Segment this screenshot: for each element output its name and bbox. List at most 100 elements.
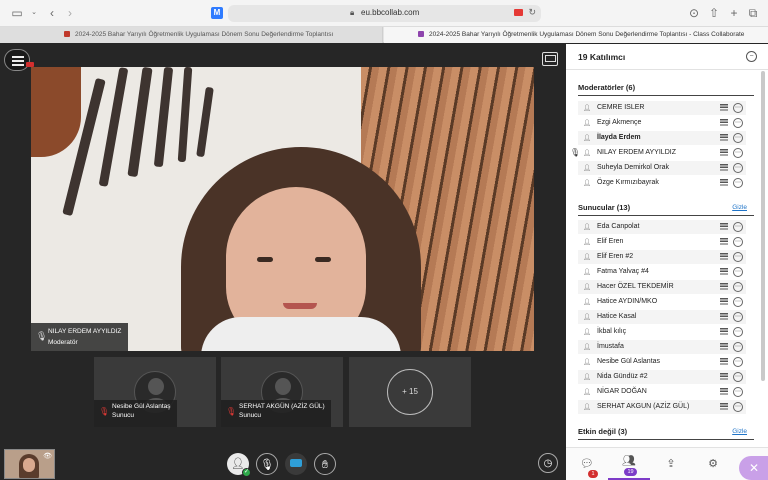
participant-name: SERHAT AKGUN (AZİZ GÜL) (597, 403, 690, 410)
address-bar[interactable]: 🔒︎ eu.bbcollab.com ↻ (228, 5, 541, 22)
close-panel-button[interactable]: ✕ (739, 456, 768, 480)
chat-badge: 1 (588, 470, 598, 478)
hide-away-link[interactable]: Gizle (732, 428, 747, 435)
panel-scrollbar[interactable] (761, 71, 765, 381)
participant-row[interactable]: 👤︎ Hatice Kasal ⋯ (578, 310, 746, 324)
more-options-icon[interactable]: ⋯ (733, 118, 743, 128)
participant-row[interactable]: 👤︎ İlayda Erdem ⋯ (578, 131, 746, 145)
participant-row[interactable]: 👤︎ NİGAR DOĞAN ⋯ (578, 385, 746, 399)
more-options-icon[interactable]: ⋯ (733, 237, 743, 247)
more-options-icon[interactable]: ⋯ (733, 342, 743, 352)
sidebar-toggle-icon[interactable]: ▭ (10, 7, 24, 19)
tab-class-collaborate[interactable]: 2024-2025 Bahar Yarıyılı Öğretmenlik Uyg… (384, 27, 768, 43)
more-options-icon[interactable]: ⋯ (733, 402, 743, 412)
settings-tab[interactable]: ⚙︎ (703, 454, 723, 474)
participant-row[interactable]: 👤︎ Özge Kırmızıbayrak ⋯ (578, 176, 746, 190)
participant-row[interactable]: 👤︎ NILAY ERDEM AYYILDIZ ⋯ (578, 146, 746, 160)
more-participants-tile[interactable]: + 15 (349, 357, 471, 427)
participant-row[interactable]: 👤︎ Hatice AYDIN/MKO ⋯ (578, 295, 746, 309)
hand-icon: ✋︎ (321, 459, 329, 471)
participant-row[interactable]: 👤︎ Nesibe Gül Aslantas ⋯ (578, 355, 746, 369)
more-options-icon[interactable]: ⋯ (733, 103, 743, 113)
caption-icon[interactable] (720, 134, 728, 142)
participant-row[interactable]: 👤︎ Nida Gündüz #2 ⋯ (578, 370, 746, 384)
back-icon[interactable]: ‹ (45, 7, 59, 19)
caption-icon[interactable] (720, 328, 728, 336)
more-options-icon[interactable]: ⋯ (733, 178, 743, 188)
site-logo-icon: M (211, 7, 223, 19)
more-options-icon[interactable]: ⋯ (733, 163, 743, 173)
caption-icon[interactable] (720, 179, 728, 187)
microphone-toggle-button[interactable]: 🎙︎ (256, 453, 278, 475)
more-options-icon[interactable]: ⋯ (733, 372, 743, 382)
caption-icon[interactable] (720, 253, 728, 261)
share-icon[interactable]: ⇧ (707, 7, 721, 19)
new-tab-icon[interactable]: + (727, 7, 741, 19)
caption-icon[interactable] (720, 403, 728, 411)
camera-toggle-button[interactable] (285, 453, 307, 475)
caption-icon[interactable] (720, 164, 728, 172)
forward-icon[interactable]: › (63, 7, 77, 19)
reload-icon[interactable]: ↻ (528, 7, 536, 18)
more-options-icon[interactable]: ⋯ (733, 133, 743, 143)
more-options-icon[interactable]: ⋯ (733, 312, 743, 322)
participant-list[interactable]: Moderatörler (6) 👤︎ CEMRE ISLER ⋯ 👤︎ Ezgi Ak… (566, 71, 768, 447)
participant-row[interactable]: 👤︎ Suheyla Demirkol Orak ⋯ (578, 161, 746, 175)
raise-hand-button[interactable]: ✋︎ (314, 453, 336, 475)
hide-presenters-link[interactable]: Gizle (732, 204, 747, 211)
participant-row[interactable]: 👤︎ CEMRE ISLER ⋯ (578, 101, 746, 115)
participant-tile[interactable]: 🎙︎ Nesibe Gül Aslantaş Sunucu (94, 357, 216, 427)
chevron-down-icon[interactable]: ⌄ (27, 7, 41, 19)
caption-icon[interactable] (720, 104, 728, 112)
camera-in-use-icon[interactable] (514, 9, 523, 16)
participant-row[interactable]: 👤︎ Elif Eren #2 ⋯ (578, 250, 746, 264)
caption-icon[interactable] (720, 373, 728, 381)
participant-row[interactable]: 👤︎ İkbal kılıç ⋯ (578, 325, 746, 339)
caption-icon[interactable] (720, 298, 728, 306)
participant-row[interactable]: 👤︎ Eda Canpolat ⋯ (578, 220, 746, 234)
tab-evaluation-meeting[interactable]: 2024-2025 Bahar Yarıyılı Öğretmenlik Uyg… (0, 27, 383, 43)
browser-toolbar: ▭ ⌄ ‹ › M 🔒︎ eu.bbcollab.com ↻ ⊙ ⇧ + ⧉ (0, 0, 768, 27)
more-options-icon[interactable]: ⋯ (733, 148, 743, 158)
more-options-icon[interactable]: ⋯ (733, 282, 743, 292)
caption-icon[interactable] (720, 388, 728, 396)
participant-name: Elif Eren (597, 238, 624, 245)
more-options-icon[interactable]: ⋯ (733, 357, 743, 367)
more-options-icon[interactable]: ⋯ (733, 327, 743, 337)
layout-toggle-icon[interactable] (542, 52, 558, 66)
caption-icon[interactable] (720, 313, 728, 321)
share-content-tab[interactable]: ⇪ (661, 454, 681, 474)
more-options-icon[interactable]: ⋯ (733, 252, 743, 262)
participant-row[interactable]: 👤︎ Elif Eren ⋯ (578, 235, 746, 249)
participant-row[interactable]: 👤︎ Fatma Yalvaç #4 ⋯ (578, 265, 746, 279)
caption-icon[interactable] (720, 268, 728, 276)
session-timer-button[interactable]: ◷ (538, 453, 558, 473)
session-menu-button[interactable] (4, 49, 30, 71)
participant-row[interactable]: 👤︎ Hacer ÖZEL TEKDEMİR ⋯ (578, 280, 746, 294)
participant-name: Hatice Kasal (597, 313, 637, 320)
eye-icon[interactable]: 👁︎ (43, 452, 52, 460)
self-view-video[interactable]: 👁︎ (4, 449, 55, 479)
participant-row[interactable]: 👤︎ Ezgi Akmençe ⋯ (578, 116, 746, 130)
more-options-icon[interactable]: ⋯ (733, 297, 743, 307)
caption-icon[interactable] (720, 223, 728, 231)
user-icon: 👤︎ (583, 269, 592, 276)
caption-icon[interactable] (720, 358, 728, 366)
caption-icon[interactable] (720, 119, 728, 127)
caption-icon[interactable] (720, 343, 728, 351)
download-icon[interactable]: ⊙ (687, 7, 701, 19)
my-status-button[interactable]: 👤︎ ✓ (227, 453, 251, 477)
more-options-icon[interactable]: ⋯ (733, 222, 743, 232)
chat-tab[interactable]: 💬︎ 1 (577, 454, 598, 478)
panel-options-icon[interactable]: − (746, 51, 757, 62)
caption-icon[interactable] (720, 283, 728, 291)
participant-row[interactable]: 👤︎ SERHAT AKGUN (AZİZ GÜL) ⋯ (578, 400, 746, 414)
participant-row[interactable]: 👤︎ İmustafa ⋯ (578, 340, 746, 354)
more-options-icon[interactable]: ⋯ (733, 387, 743, 397)
caption-icon[interactable] (720, 149, 728, 157)
tab-overview-icon[interactable]: ⧉ (746, 7, 760, 19)
participant-tile[interactable]: 🎙︎ SERHAT AKGÜN (AZİZ GÜL) Sunucu (221, 357, 343, 427)
participants-tab[interactable]: 👥︎ 19 (608, 448, 650, 480)
caption-icon[interactable] (720, 238, 728, 246)
more-options-icon[interactable]: ⋯ (733, 267, 743, 277)
